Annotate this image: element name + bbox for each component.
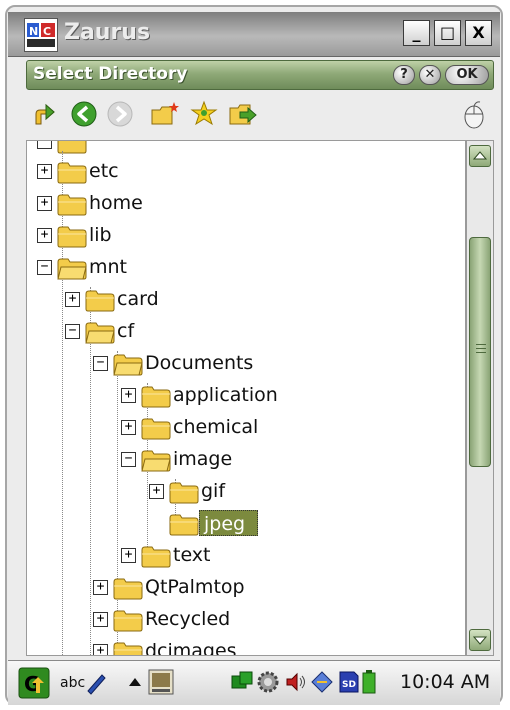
- tree-item-label: QtPalmtop: [145, 576, 245, 598]
- back-icon[interactable]: [70, 100, 98, 128]
- tree-item-label: text: [173, 544, 211, 566]
- tree-item-label: chemical: [173, 416, 259, 438]
- folder-icon: [113, 610, 143, 632]
- tree-item-label: dcimages: [145, 640, 237, 656]
- folder-icon: [57, 226, 87, 248]
- scroll-up-button[interactable]: [469, 145, 491, 167]
- ok-button[interactable]: OK: [445, 65, 489, 85]
- expand-toggle[interactable]: +: [93, 580, 108, 595]
- tree-item-label-selected: jpeg: [199, 510, 259, 536]
- svg-text:N: N: [29, 25, 38, 38]
- expand-toggle[interactable]: +: [149, 484, 164, 499]
- open-folder-icon: [113, 354, 143, 376]
- tree-item-label: etc: [89, 160, 119, 182]
- minimize-button[interactable]: _: [403, 20, 430, 46]
- open-folder-icon: [141, 450, 171, 472]
- app-logo-icon: N C: [24, 18, 58, 52]
- expand-toggle[interactable]: +: [121, 420, 136, 435]
- scroll-down-button[interactable]: [469, 629, 491, 651]
- dialog-close-button[interactable]: ✕: [419, 65, 441, 85]
- dialog-caption: Select Directory ? ✕ OK: [26, 60, 494, 90]
- start-menu-button[interactable]: G: [18, 667, 50, 699]
- help-button[interactable]: ?: [393, 65, 415, 85]
- folder-icon: [57, 194, 87, 216]
- svg-text:SD: SD: [342, 680, 356, 690]
- maximize-button[interactable]: □: [434, 20, 461, 46]
- open-folder-icon[interactable]: [228, 100, 257, 128]
- tree-item-label: Recycled: [145, 608, 231, 630]
- tree-item-label: Documents: [145, 352, 254, 374]
- expand-toggle[interactable]: +: [93, 644, 108, 655]
- clock[interactable]: 10:04 AM: [400, 671, 490, 693]
- open-folder-icon: [85, 322, 115, 344]
- tree-item-label: gif: [201, 480, 226, 502]
- folder-icon: [113, 642, 143, 655]
- toolbar: [26, 92, 494, 138]
- scroll-thumb[interactable]: [469, 237, 491, 467]
- go-up-icon[interactable]: [32, 100, 60, 128]
- triangle-up-icon[interactable]: [128, 677, 142, 687]
- tree-item-label: card: [117, 288, 159, 310]
- taskbar: G abc SD 10:04 AM: [8, 660, 500, 705]
- collapse-toggle[interactable]: −: [121, 452, 136, 467]
- folder-icon: [141, 418, 171, 440]
- pen-icon[interactable]: [310, 670, 334, 694]
- forward-icon[interactable]: [106, 100, 134, 128]
- svg-text:C: C: [43, 25, 51, 38]
- directory-tree[interactable]: + etc + home + lib − mnt + card − cf − D…: [26, 140, 466, 656]
- chevron-down-icon: [472, 636, 488, 645]
- pen-input-icon[interactable]: [84, 669, 108, 695]
- network-icon[interactable]: [230, 670, 254, 694]
- chevron-up-icon: [472, 151, 488, 160]
- new-folder-icon[interactable]: [150, 100, 179, 128]
- battery-icon[interactable]: [362, 670, 376, 694]
- expand-toggle[interactable]: +: [93, 612, 108, 627]
- collapse-toggle[interactable]: −: [65, 324, 80, 339]
- open-folder-icon: [57, 258, 87, 280]
- expand-toggle[interactable]: +: [121, 388, 136, 403]
- input-method-label[interactable]: abc: [60, 675, 85, 691]
- vertical-scrollbar[interactable]: [466, 140, 494, 656]
- tree-item-label: image: [173, 448, 233, 470]
- volume-icon[interactable]: [284, 670, 308, 694]
- folder-icon: [169, 482, 199, 504]
- tree-item-label: application: [173, 384, 278, 406]
- collapse-toggle[interactable]: −: [93, 356, 108, 371]
- sd-card-icon[interactable]: SD: [336, 670, 360, 694]
- expand-toggle[interactable]: +: [37, 164, 52, 179]
- expand-toggle[interactable]: +: [121, 548, 136, 563]
- settings-gear-icon[interactable]: [256, 670, 280, 694]
- start-menu-icon: G: [18, 667, 50, 699]
- folder-icon: [85, 290, 115, 312]
- window-title: Zaurus: [64, 20, 151, 45]
- tree-guide-line: [147, 383, 148, 563]
- tree-item-label: mnt: [89, 256, 127, 278]
- window-titlebar: N C Zaurus _ □ X: [8, 12, 500, 57]
- folder-icon: [141, 386, 171, 408]
- folder-icon: [169, 514, 199, 536]
- mouse-icon[interactable]: [460, 100, 488, 129]
- expand-toggle[interactable]: +: [65, 292, 80, 307]
- task-window-icon[interactable]: [148, 669, 174, 695]
- bookmark-star-icon[interactable]: [190, 100, 218, 128]
- close-button[interactable]: X: [465, 20, 492, 46]
- folder-icon: [141, 546, 171, 568]
- tree-item-label: lib: [89, 224, 112, 246]
- dialog-title: Select Directory: [33, 64, 188, 84]
- tree-item-label: cf: [117, 320, 135, 342]
- folder-icon: [57, 162, 87, 184]
- expand-toggle[interactable]: +: [37, 196, 52, 211]
- tree-item-label: home: [89, 192, 143, 214]
- expand-toggle[interactable]: +: [37, 228, 52, 243]
- folder-icon: [113, 578, 143, 600]
- collapse-toggle[interactable]: −: [37, 260, 52, 275]
